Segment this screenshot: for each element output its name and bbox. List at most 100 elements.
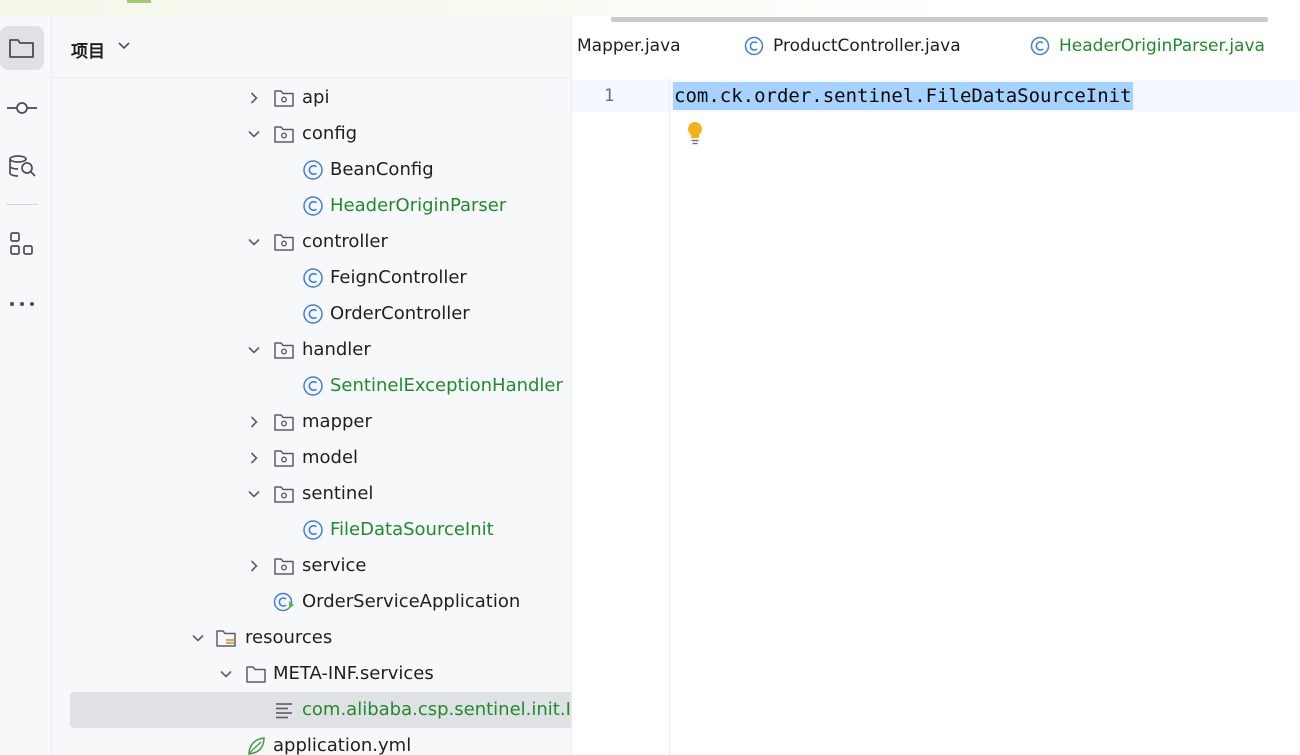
- structure-icon: [10, 232, 33, 255]
- tree-item-class[interactable]: FileDataSourceInit: [52, 512, 572, 548]
- tab-mapper[interactable]: Mapper.java: [577, 36, 681, 56]
- folder-icon: [246, 666, 266, 683]
- tree-item-class[interactable]: FeignController: [52, 260, 572, 296]
- tree-item-label: api: [302, 87, 330, 108]
- tree-item-label: OrderServiceApplication: [302, 591, 521, 612]
- tree-item-class[interactable]: OrderController: [52, 296, 572, 332]
- folder-icon: [9, 39, 34, 58]
- tree-item-text-file[interactable]: com.alibaba.csp.sentinel.init.InitFunc: [52, 692, 572, 728]
- class-icon: [303, 520, 323, 540]
- more-icon: [10, 302, 34, 306]
- project-panel-title[interactable]: 项目: [71, 37, 105, 62]
- chevron-right-icon[interactable]: [246, 558, 262, 574]
- chevron-down-icon[interactable]: [246, 486, 262, 502]
- class-icon: [303, 376, 323, 396]
- tree-item-package[interactable]: model: [52, 440, 572, 476]
- chevron-down-icon[interactable]: [118, 42, 130, 50]
- package-icon: [274, 234, 294, 251]
- package-icon: [274, 450, 294, 467]
- chevron-right-icon[interactable]: [246, 414, 262, 430]
- package-icon: [274, 414, 294, 431]
- class-icon: [744, 36, 764, 56]
- tree-item-folder[interactable]: META-INF.services: [52, 656, 572, 692]
- chevron-right-icon[interactable]: [246, 450, 262, 466]
- package-icon: [274, 486, 294, 503]
- tree-item-package[interactable]: controller: [52, 224, 572, 260]
- package-icon: [274, 126, 294, 143]
- tree-item-label: config: [302, 123, 358, 144]
- tab-strip-scrollbar[interactable]: [611, 17, 1268, 22]
- top-accent: [127, 0, 151, 3]
- tab-product-controller[interactable]: ProductController.java: [744, 36, 961, 56]
- tree-item-label: sentinel: [302, 483, 374, 504]
- tab-label: HeaderOriginParser.java: [1059, 36, 1265, 56]
- tree-item-package[interactable]: sentinel: [52, 476, 572, 512]
- project-panel: 项目 api config BeanConfig HeaderOriginParser…: [52, 16, 572, 755]
- resources-folder-icon: [216, 630, 236, 647]
- tree-item-label: controller: [302, 231, 388, 252]
- tree-item-resources-folder[interactable]: resources: [52, 620, 572, 656]
- code-line-selected[interactable]: com.ck.order.sentinel.FileDataSourceInit: [673, 82, 1133, 110]
- chevron-down-icon[interactable]: [246, 234, 262, 250]
- tree-item-package[interactable]: handler: [52, 332, 572, 368]
- tree-item-yaml-file[interactable]: application.yml: [52, 728, 572, 755]
- tab-label: Mapper.java: [577, 36, 681, 56]
- tree-item-label: FeignController: [330, 267, 467, 288]
- tree-item-package[interactable]: service: [52, 548, 572, 584]
- class-icon: [303, 196, 323, 216]
- tree-item-label: HeaderOriginParser: [330, 195, 507, 216]
- class-icon: [1030, 36, 1050, 56]
- tree-item-package[interactable]: mapper: [52, 404, 572, 440]
- text-file-icon: [276, 703, 292, 719]
- chevron-down-icon[interactable]: [218, 666, 234, 682]
- tab-label: ProductController.java: [773, 36, 961, 56]
- tree-item-class[interactable]: BeanConfig: [52, 152, 572, 188]
- tree-item-label: service: [302, 555, 367, 576]
- spring-yaml-icon: [248, 737, 265, 755]
- commit-icon: [7, 102, 37, 114]
- chevron-right-icon[interactable]: [246, 90, 262, 106]
- activity-separator: [6, 204, 38, 205]
- class-icon: [303, 304, 323, 324]
- more-tools-button[interactable]: [0, 282, 44, 326]
- class-icon: [303, 268, 323, 288]
- tree-item-label: mapper: [302, 411, 372, 432]
- tree-item-class[interactable]: HeaderOriginParser: [52, 188, 572, 224]
- tree-item-label: FileDataSourceInit: [330, 519, 494, 540]
- tree-item-label: application.yml: [273, 735, 412, 755]
- project-tool-button[interactable]: [0, 26, 44, 70]
- tree-item-class[interactable]: SentinelExceptionHandler: [52, 368, 572, 404]
- tree-item-spring-boot-class[interactable]: OrderServiceApplication: [52, 584, 572, 620]
- editor-tab-strip: Mapper.java ProductController.java Heade…: [572, 16, 1300, 78]
- tree-item-label: BeanConfig: [330, 159, 434, 180]
- gutter-divider: [669, 78, 670, 755]
- commit-tool-button[interactable]: [0, 86, 44, 130]
- project-panel-header: 项目: [52, 16, 572, 78]
- tree-item-label: model: [302, 447, 359, 468]
- database-tool-button[interactable]: [0, 144, 44, 188]
- tree-item-package[interactable]: config: [52, 116, 572, 152]
- tree-item-label: com.alibaba.csp.sentinel.init.InitFunc: [302, 699, 572, 720]
- tree-item-label: resources: [245, 627, 333, 648]
- lightbulb-icon[interactable]: [685, 120, 705, 146]
- tree-item-label: handler: [302, 339, 371, 360]
- activity-bar: [0, 16, 52, 755]
- chevron-down-icon[interactable]: [246, 126, 262, 142]
- structure-tool-button[interactable]: [0, 222, 44, 266]
- tree-item-label: META-INF.services: [273, 663, 434, 684]
- class-icon: [303, 160, 323, 180]
- database-search-icon: [9, 155, 36, 177]
- tree-item-label: OrderController: [330, 303, 470, 324]
- chevron-down-icon[interactable]: [246, 342, 262, 358]
- tree-item-label: SentinelExceptionHandler: [330, 375, 563, 396]
- spring-boot-class-icon: [273, 592, 294, 612]
- line-number: 1: [604, 86, 615, 106]
- package-icon: [274, 558, 294, 575]
- editor: Mapper.java ProductController.java Heade…: [572, 16, 1300, 755]
- window-top-strip: [0, 0, 1300, 16]
- package-icon: [274, 342, 294, 359]
- tab-header-origin-parser[interactable]: HeaderOriginParser.java: [1030, 36, 1265, 56]
- package-icon: [274, 90, 294, 107]
- tree-item-package[interactable]: api: [52, 80, 572, 116]
- chevron-down-icon[interactable]: [190, 630, 206, 646]
